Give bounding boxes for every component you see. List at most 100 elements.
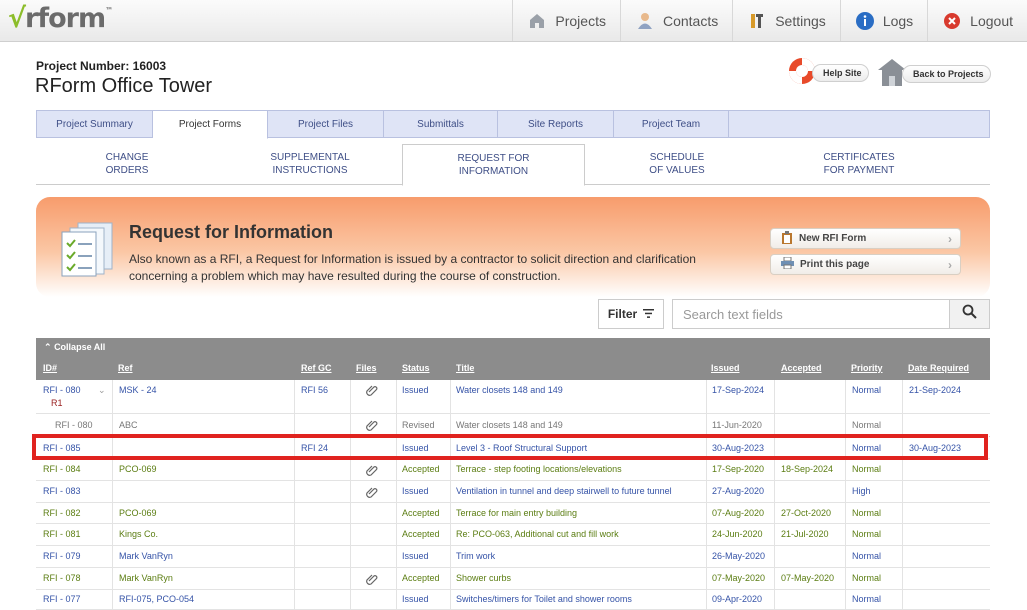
rfi-title[interactable]: Switches/timers for Toilet and shower ro… <box>456 594 632 604</box>
chevron-down-icon[interactable]: ⌄ <box>98 385 106 396</box>
rfi-banner: Request for Information Also known as a … <box>36 197 990 297</box>
rfi-title[interactable]: Ventilation in tunnel and deep stairwell… <box>456 486 672 496</box>
subtab-change-orders[interactable]: CHANGE ORDERS <box>56 143 198 185</box>
subtab-certificates-for-payment[interactable]: CERTIFICATES FOR PAYMENT <box>788 143 930 185</box>
rfi-id[interactable]: RFI - 080 <box>43 385 81 395</box>
rfi-accepted: 07-May-2020 <box>781 573 835 583</box>
rfi-issued: 24-Jun-2020 <box>712 529 763 539</box>
subtab-request-for-information[interactable]: REQUEST FOR INFORMATION <box>402 144 585 186</box>
new-rfi-form-button[interactable]: New RFI Form › <box>770 228 961 249</box>
col-header-ref[interactable]: Ref <box>118 363 133 373</box>
tab-project-files[interactable]: Project Files <box>268 111 384 137</box>
nav-projects[interactable]: Projects <box>512 0 620 41</box>
paperclip-icon[interactable] <box>366 384 378 398</box>
rfi-status: Issued <box>402 551 429 561</box>
table-row[interactable]: RFI - 084 PCO-069 Accepted Terrace - ste… <box>36 459 990 481</box>
rfi-title[interactable]: Terrace - step footing locations/elevati… <box>456 464 622 474</box>
col-header-accepted[interactable]: Accepted <box>781 363 822 373</box>
form-type-tabs: CHANGE ORDERS SUPPLEMENTAL INSTRUCTIONS … <box>36 143 990 186</box>
paperclip-icon[interactable] <box>366 573 378 587</box>
rfi-id[interactable]: RFI - 080 <box>55 420 93 430</box>
project-tabs: Project Summary Project Forms Project Fi… <box>36 110 990 139</box>
rfi-ref: ABC <box>119 420 138 430</box>
documents-icon <box>58 219 118 284</box>
tools-icon <box>747 11 767 31</box>
chevron-right-icon: › <box>948 231 952 246</box>
table-row[interactable]: RFI - 082 PCO-069 Accepted Terrace for m… <box>36 503 990 524</box>
nav-logout[interactable]: Logout <box>927 0 1027 41</box>
rfi-ref: Mark VanRyn <box>119 551 173 561</box>
col-header-title[interactable]: Title <box>456 363 474 373</box>
col-header-id[interactable]: ID# <box>43 363 57 373</box>
table-row[interactable]: RFI - 083 Issued Ventilation in tunnel a… <box>36 481 990 503</box>
filter-lines-icon <box>643 307 655 321</box>
paperclip-icon[interactable] <box>366 419 378 433</box>
filter-button[interactable]: Filter <box>598 299 664 329</box>
table-row[interactable]: RFI - 080 ⌄ R1 MSK - 24 RFI 56 Issued Wa… <box>36 380 990 414</box>
table-row[interactable]: RFI - 078 Mark VanRyn Accepted Shower cu… <box>36 568 990 590</box>
nav-logs[interactable]: Logs <box>839 0 927 41</box>
tab-project-summary[interactable]: Project Summary <box>37 111 153 137</box>
rfi-title[interactable]: Water closets 148 and 149 <box>456 385 563 395</box>
col-header-files[interactable]: Files <box>356 363 377 373</box>
tab-project-team[interactable]: Project Team <box>614 111 729 137</box>
search-input[interactable] <box>672 299 950 329</box>
table-row[interactable]: RFI - 077 RFI-075, PCO-054 Issued Switch… <box>36 590 990 610</box>
help-site-button[interactable]: Help Site <box>786 57 869 88</box>
rfi-id[interactable]: RFI - 081 <box>43 529 81 539</box>
help-site-label: Help Site <box>812 64 869 82</box>
rfi-title[interactable]: Terrace for main entry building <box>456 508 577 518</box>
revision-badge: R1 <box>51 398 63 408</box>
rfi-title[interactable]: Trim work <box>456 551 495 561</box>
col-header-priority[interactable]: Priority <box>851 363 883 373</box>
rfi-issued: 07-Aug-2020 <box>712 508 765 518</box>
table-header: ⌃ Collapse All ID# Ref Ref GC Files Stat… <box>36 338 990 380</box>
tab-project-forms[interactable]: Project Forms <box>153 111 268 139</box>
info-icon <box>855 11 875 31</box>
rfi-date-required: 21-Sep-2024 <box>909 385 962 395</box>
printer-icon <box>781 256 794 272</box>
rfi-id[interactable]: RFI - 077 <box>43 594 81 604</box>
rfi-ref: MSK - 24 <box>119 385 157 395</box>
nav-settings[interactable]: Settings <box>732 0 840 41</box>
rfi-priority: Normal <box>852 385 882 395</box>
house-icon <box>527 11 547 31</box>
rfi-id[interactable]: RFI - 078 <box>43 573 81 583</box>
rfi-status: Accepted <box>402 508 440 518</box>
subtab-schedule-of-values[interactable]: SCHEDULE OF VALUES <box>606 143 748 185</box>
rfi-status: Accepted <box>402 573 440 583</box>
rfi-id[interactable]: RFI - 079 <box>43 551 81 561</box>
row-highlight-box <box>32 434 988 460</box>
nav-contacts[interactable]: Contacts <box>619 0 732 41</box>
col-header-status[interactable]: Status <box>402 363 430 373</box>
rfi-status: Accepted <box>402 529 440 539</box>
print-page-button[interactable]: Print this page › <box>770 254 961 275</box>
table-row[interactable]: RFI - 081 Kings Co. Accepted Re: PCO-063… <box>36 524 990 546</box>
tab-submittals[interactable]: Submittals <box>384 111 498 137</box>
paperclip-icon[interactable] <box>366 486 378 500</box>
rfi-title[interactable]: Shower curbs <box>456 573 511 583</box>
table-row[interactable]: RFI - 079 Mark VanRyn Issued Trim work 2… <box>36 546 990 568</box>
rfi-id[interactable]: RFI - 082 <box>43 508 81 518</box>
paperclip-icon[interactable] <box>366 464 378 478</box>
top-bar: √rform™ Projects Contacts Settings Logs … <box>0 0 1027 42</box>
search-button[interactable] <box>949 299 990 329</box>
col-header-ref-gc[interactable]: Ref GC <box>301 363 332 373</box>
back-to-projects-button[interactable]: Back to Projects <box>876 58 991 90</box>
rfi-title[interactable]: Water closets 148 and 149 <box>456 420 563 430</box>
tab-site-reports[interactable]: Site Reports <box>498 111 614 137</box>
rfi-status: Issued <box>402 594 429 604</box>
rfi-status: Issued <box>402 486 429 496</box>
rform-logo[interactable]: √rform™ <box>8 3 113 34</box>
rfi-id[interactable]: RFI - 084 <box>43 464 81 474</box>
rfi-status: Revised <box>402 420 435 430</box>
rfi-id[interactable]: RFI - 083 <box>43 486 81 496</box>
subtab-supplemental-instructions[interactable]: SUPPLEMENTAL INSTRUCTIONS <box>236 143 384 185</box>
rfi-title[interactable]: Re: PCO-063, Additional cut and fill wor… <box>456 529 619 539</box>
rfi-issued: 27-Aug-2020 <box>712 486 765 496</box>
rfi-ref: Mark VanRyn <box>119 573 173 583</box>
col-header-date-required[interactable]: Date Required <box>908 363 969 373</box>
col-header-issued[interactable]: Issued <box>711 363 740 373</box>
rfi-priority: Normal <box>852 420 882 430</box>
collapse-all-button[interactable]: ⌃ Collapse All <box>44 342 105 353</box>
